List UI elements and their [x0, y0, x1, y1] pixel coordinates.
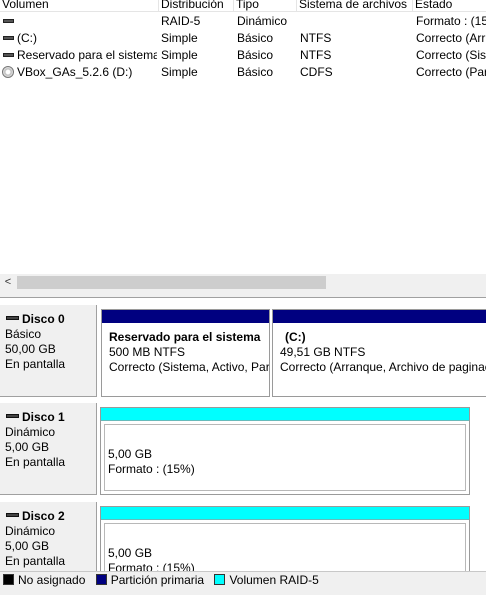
partition-status: Correcto (Sistema, Activo, Par	[109, 360, 269, 374]
disk-label[interactable]: Disco 2 Dinámico 5,00 GB En pantalla	[0, 502, 97, 571]
disk-title: Disco 0	[5, 312, 96, 327]
pane-splitter[interactable]	[0, 291, 486, 298]
partition-status: Formato : (15%)	[108, 561, 195, 571]
disk-label[interactable]: Disco 1 Dinámico 5,00 GB En pantalla	[0, 403, 97, 495]
volume-icon	[3, 19, 14, 23]
volume-name: VBox_GAs_5.2.6 (D:)	[17, 65, 133, 79]
partition-size: 49,51 GB NTFS	[280, 345, 366, 359]
legend-item-unallocated: No asignado	[0, 572, 85, 589]
column-header-tipo[interactable]: Tipo	[234, 0, 297, 12]
volume-fs: NTFS	[300, 48, 332, 62]
partition-type-bar	[101, 507, 469, 520]
partition-raid5[interactable]: 5,00 GB Formato : (15%)	[100, 407, 470, 495]
volume-icon	[3, 53, 14, 57]
column-header-volumen[interactable]: Volumen	[0, 0, 159, 12]
volume-type: Básico	[237, 48, 274, 62]
volume-layout: Simple	[161, 48, 198, 62]
volume-fs: NTFS	[300, 31, 332, 45]
volume-status: Correcto (Par	[416, 65, 486, 79]
volume-row[interactable]: RAID-5 Dinámico Formato : (15	[0, 13, 486, 30]
volume-name: Reservado para el sistema	[17, 48, 157, 62]
legend-swatch	[95, 574, 107, 585]
scrollbar-thumb[interactable]	[17, 276, 326, 289]
column-header-sistema-archivos[interactable]: Sistema de archivos	[297, 0, 413, 12]
partition-size: 5,00 GB	[108, 546, 153, 560]
disk-label[interactable]: Disco 0 Básico 50,00 GB En pantalla	[0, 305, 97, 397]
disk-icon	[6, 414, 19, 418]
disk-size: 50,00 GB	[5, 342, 56, 356]
volume-layout: Simple	[161, 31, 198, 45]
volume-row[interactable]: (C:) Simple Básico NTFS Correcto (Arr	[0, 30, 486, 47]
scroll-left-arrow-icon[interactable]: <	[2, 275, 14, 290]
partition-body: Reservado para el sistema 500 MB NTFS Co…	[102, 324, 269, 396]
partition-status: Correcto (Arranque, Archivo de paginac	[280, 360, 486, 374]
disk-size: 5,00 GB	[5, 440, 50, 454]
volume-type: Dinámico	[237, 14, 288, 28]
volume-row[interactable]: Reservado para el sistema Simple Básico …	[0, 47, 486, 64]
partition-body: 5,00 GB Formato : (15%)	[101, 521, 469, 571]
partition-type-bar	[102, 310, 269, 323]
legend: No asignado Partición primaria Volumen R…	[0, 571, 486, 589]
list-header: Volumen Distribución Tipo Sistema de arc…	[0, 0, 486, 12]
disk-size: 5,00 GB	[5, 539, 50, 553]
partition-reservado[interactable]: Reservado para el sistema 500 MB NTFS Co…	[101, 309, 270, 397]
legend-item-raid5: Volumen RAID-5	[211, 572, 319, 589]
partition-name: Reservado para el sistema	[109, 330, 261, 344]
volume-status: Correcto (Sist	[416, 48, 486, 62]
volume-status: Correcto (Arr	[416, 31, 486, 45]
column-header-distribucion[interactable]: Distribución	[159, 0, 234, 12]
volume-type: Básico	[237, 31, 274, 45]
disk-title: Disco 1	[5, 410, 96, 425]
legend-item-primary: Partición primaria	[93, 572, 204, 589]
disk-row-1: Disco 1 Dinámico 5,00 GB En pantalla 5,0…	[0, 403, 486, 495]
partition-size: 5,00 GB	[108, 447, 153, 461]
disk-row-0: Disco 0 Básico 50,00 GB En pantalla Rese…	[0, 305, 486, 397]
partition-body: (C:) 49,51 GB NTFS Correcto (Arranque, A…	[273, 324, 486, 396]
partition-type-bar	[101, 408, 469, 421]
volume-list: Volumen Distribución Tipo Sistema de arc…	[0, 0, 486, 274]
horizontal-scrollbar[interactable]: <	[0, 274, 486, 291]
disk-title: Disco 2	[5, 509, 96, 524]
partition-body: 5,00 GB Formato : (15%)	[101, 422, 469, 494]
disk-row-2: Disco 2 Dinámico 5,00 GB En pantalla 5,0…	[0, 502, 486, 571]
volume-name: (C:)	[17, 31, 37, 45]
volume-fs: CDFS	[300, 65, 333, 79]
volume-row[interactable]: VBox_GAs_5.2.6 (D:) Simple Básico CDFS C…	[0, 64, 486, 81]
cd-icon	[2, 66, 14, 78]
disk-state: En pantalla	[5, 455, 66, 469]
disk-icon	[6, 513, 19, 517]
volume-layout: RAID-5	[161, 14, 201, 28]
disk-state: En pantalla	[5, 554, 66, 568]
disk-kind: Dinámico	[5, 524, 56, 538]
legend-swatch	[3, 574, 14, 585]
status-strip	[0, 589, 486, 595]
disk-pane: Disco 0 Básico 50,00 GB En pantalla Rese…	[0, 298, 486, 571]
partition-name: (C:)	[285, 330, 306, 344]
volume-layout: Simple	[161, 65, 198, 79]
legend-swatch	[214, 574, 226, 585]
partition-c[interactable]: (C:) 49,51 GB NTFS Correcto (Arranque, A…	[272, 309, 486, 397]
volume-icon	[3, 36, 14, 40]
disk-kind: Básico	[5, 327, 42, 341]
disk-state: En pantalla	[5, 357, 66, 371]
partition-status: Formato : (15%)	[108, 462, 195, 476]
partition-raid5[interactable]: 5,00 GB Formato : (15%)	[100, 506, 470, 571]
volume-type: Básico	[237, 65, 274, 79]
disk-icon	[6, 316, 19, 320]
partition-type-bar	[273, 310, 486, 323]
volume-status: Formato : (15	[416, 14, 486, 28]
disk-kind: Dinámico	[5, 425, 56, 439]
partition-size: 500 MB NTFS	[109, 345, 186, 359]
column-header-estado[interactable]: Estado	[413, 0, 486, 12]
